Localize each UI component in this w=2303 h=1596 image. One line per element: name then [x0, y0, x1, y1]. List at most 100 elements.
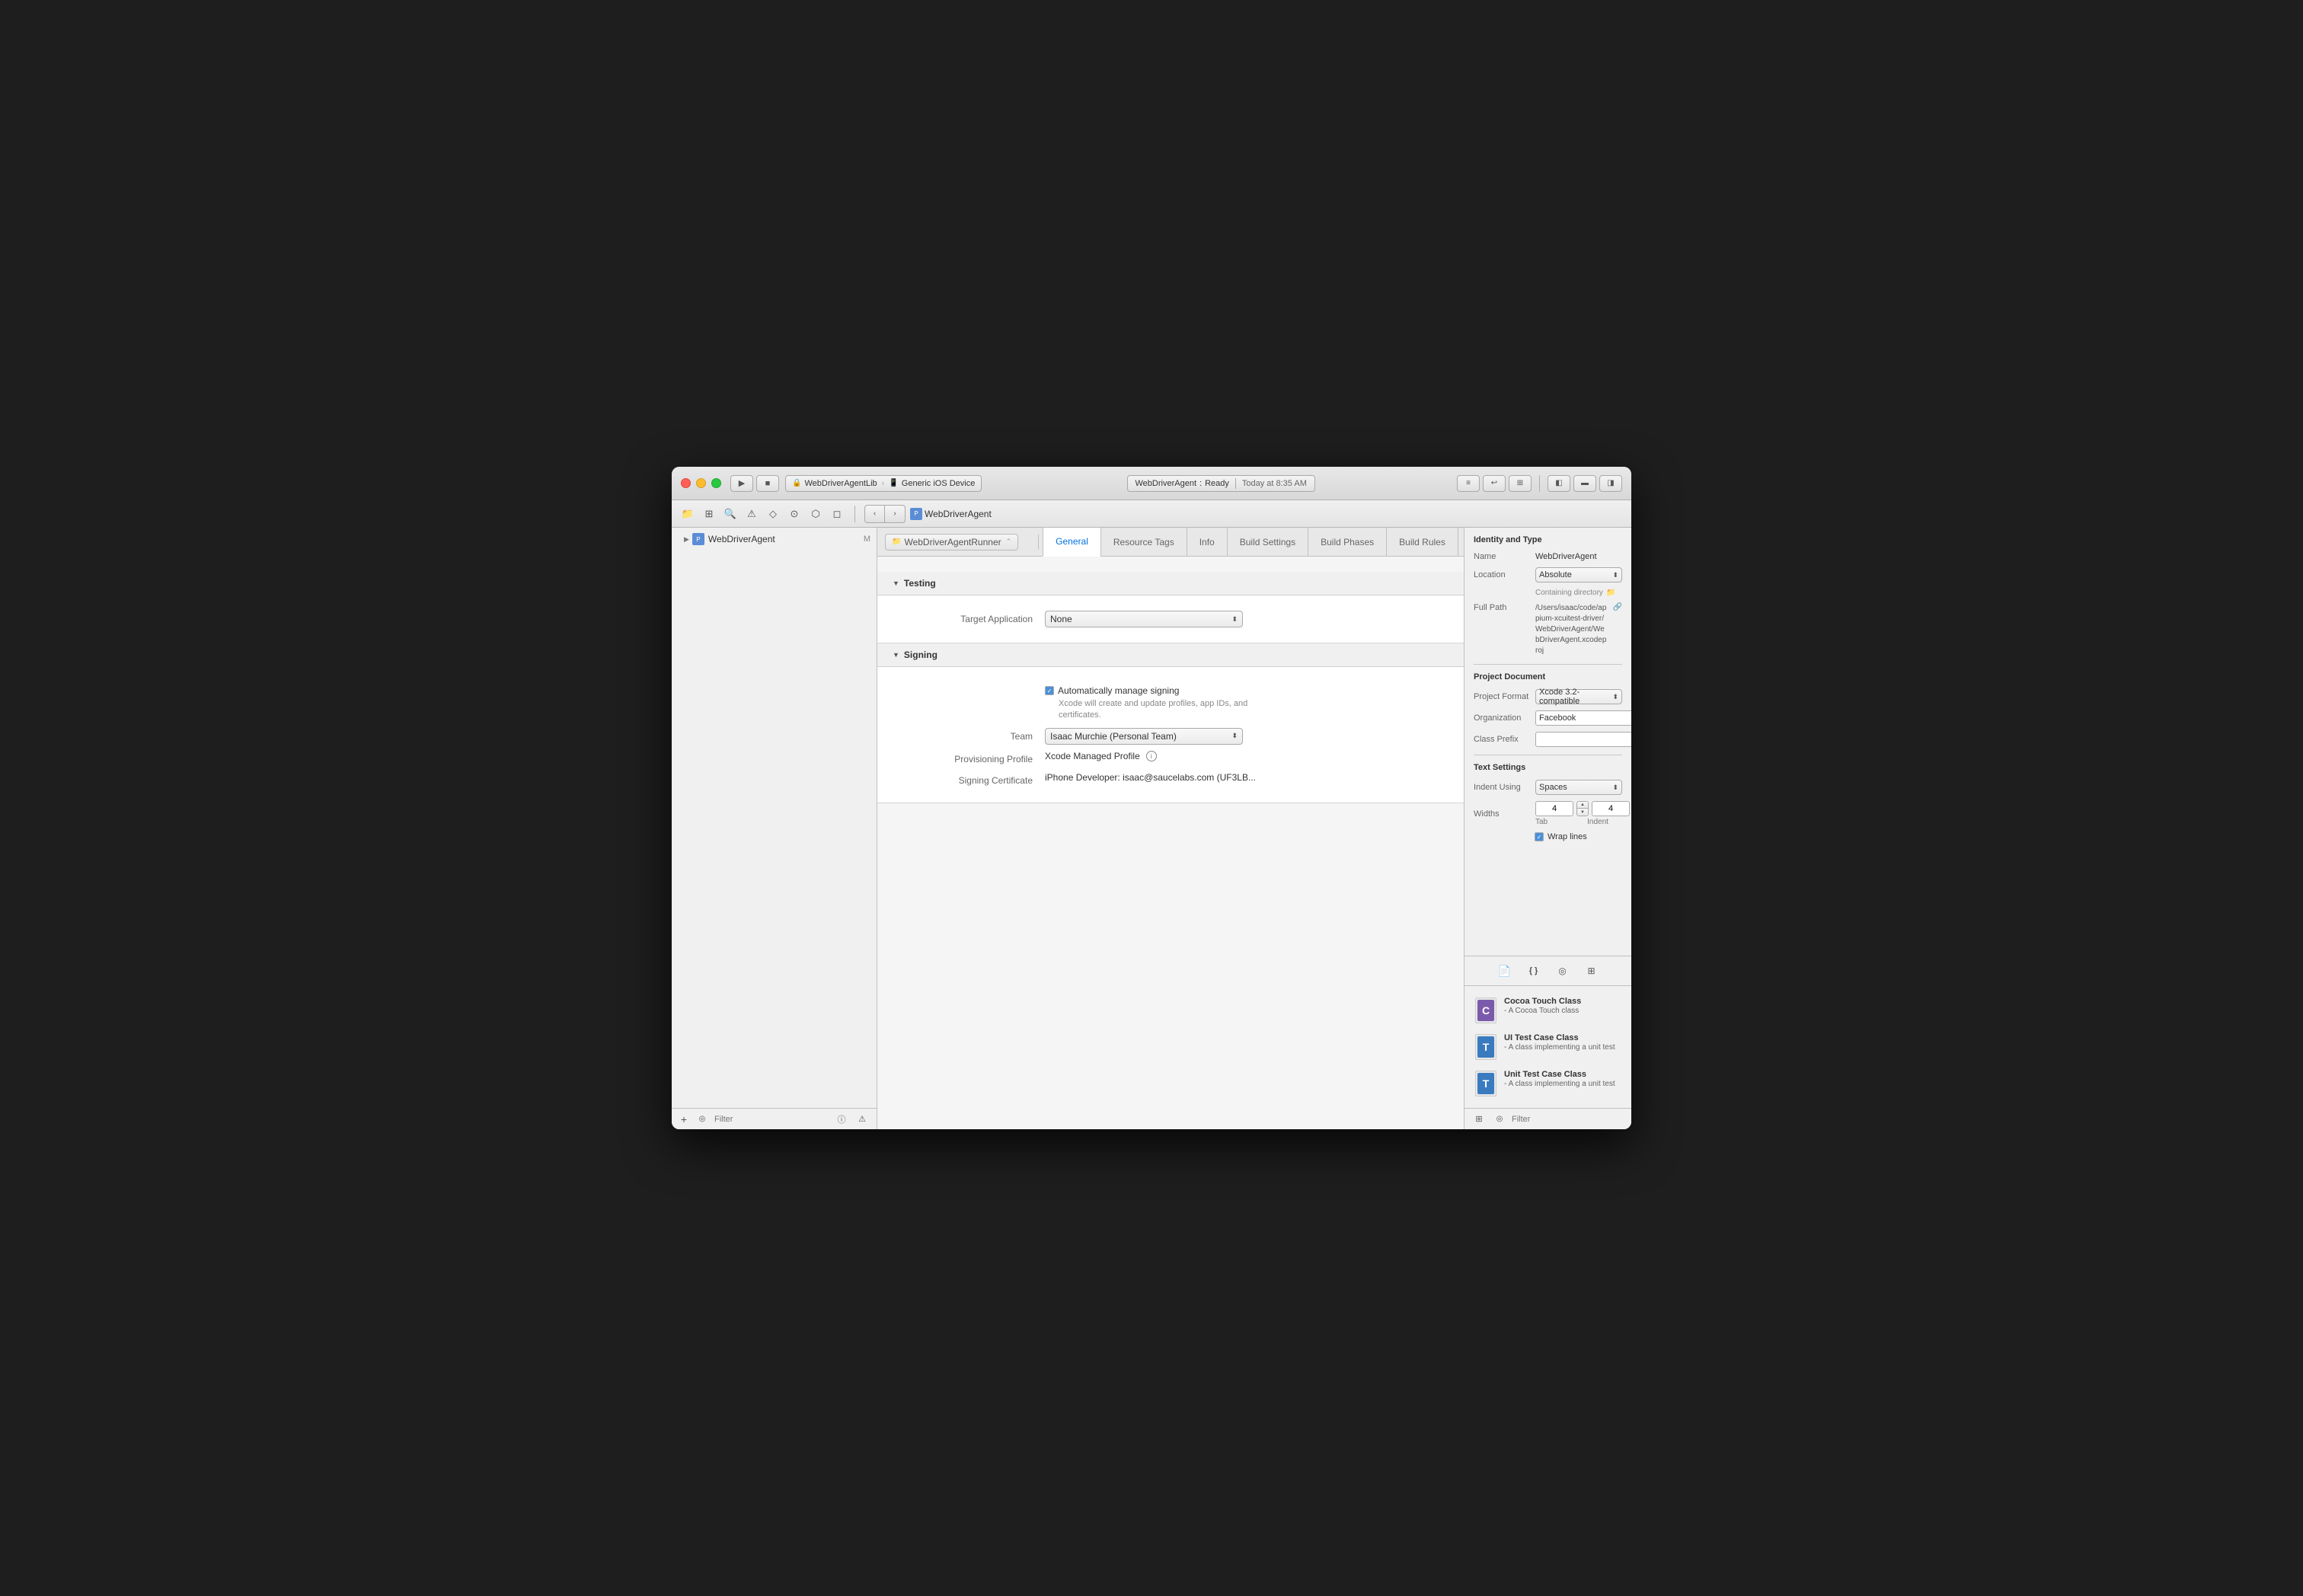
hierarchy-icon[interactable]: ⊞: [701, 506, 717, 522]
signing-cert-label: Signing Certificate: [893, 772, 1045, 786]
signing-section-header[interactable]: ▼ Signing: [877, 643, 1464, 667]
tab-info[interactable]: Info: [1187, 528, 1228, 557]
team-dropdown[interactable]: Isaac Murchie (Personal Team) ⬍: [1045, 728, 1243, 745]
history-icon[interactable]: ⊙: [786, 506, 803, 522]
uitest-template-desc: - A class implementing a unit test: [1504, 1042, 1622, 1052]
format-dropdown[interactable]: Xcode 3.2-compatible ⬍: [1535, 689, 1622, 704]
runner-selector[interactable]: 📁 WebDriverAgentRunner ⌃: [885, 534, 1018, 551]
auto-manage-subtext: Xcode will create and update profiles, a…: [1059, 698, 1449, 722]
org-input[interactable]: [1535, 710, 1631, 726]
code-tab[interactable]: { }: [1525, 962, 1542, 979]
location-dropdown-wrapper: Absolute ⬍: [1535, 567, 1622, 583]
indent-using-dropdown[interactable]: Spaces ⬍: [1535, 780, 1622, 795]
auto-manage-checkbox-area: ✓ Automatically manage signing Xcode wil…: [1045, 685, 1449, 722]
class-prefix-input[interactable]: [1535, 732, 1631, 747]
content-area: ▼ Testing Target Application None ⬍: [877, 557, 1464, 1129]
uitest-template-text: UI Test Case Class - A class implementin…: [1504, 1033, 1622, 1052]
testing-section-header[interactable]: ▼ Testing: [877, 572, 1464, 595]
editor-standard-button[interactable]: ≡: [1457, 475, 1480, 492]
colon-sep: :: [1199, 479, 1202, 488]
breadcrumb-project: P WebDriverAgent: [910, 508, 992, 520]
stop-button[interactable]: ■: [756, 475, 779, 492]
bookmark-icon[interactable]: ◇: [765, 506, 781, 522]
indent-label: Indent: [1587, 818, 1608, 826]
target-application-dropdown[interactable]: None ⬍: [1045, 611, 1243, 627]
team-label: Team: [893, 728, 1045, 742]
class-prefix-row: Class Prefix: [1474, 732, 1622, 747]
center-panel: 📁 WebDriverAgentRunner ⌃ General Resourc…: [877, 528, 1464, 1129]
auto-manage-checkbox[interactable]: ✓: [1045, 686, 1054, 695]
unittest-template-icon: T: [1474, 1070, 1498, 1097]
report-icon[interactable]: ◻: [829, 506, 845, 522]
traffic-lights: [681, 478, 721, 488]
class-prefix-label: Class Prefix: [1474, 735, 1531, 744]
cocoa-icon-inner: C: [1477, 1000, 1494, 1021]
folder-icon[interactable]: 📁: [679, 506, 696, 522]
debug-button[interactable]: ▬: [1573, 475, 1596, 492]
grid-view-icon[interactable]: ⊞: [1471, 1111, 1487, 1128]
close-button[interactable]: [681, 478, 691, 488]
template-item-unittest[interactable]: T Unit Test Case Class - A class impleme…: [1465, 1065, 1631, 1102]
indent-using-row: Indent Using Spaces ⬍: [1474, 780, 1622, 795]
auto-manage-checkbox-label[interactable]: ✓ Automatically manage signing: [1045, 685, 1449, 696]
signing-cert-value: iPhone Developer: isaac@saucelabs.com (U…: [1045, 772, 1449, 783]
template-item-cocoa[interactable]: C Cocoa Touch Class - A Cocoa Touch clas…: [1465, 992, 1631, 1029]
assistant-editor-button[interactable]: ↩: [1483, 475, 1506, 492]
search-icon[interactable]: 🔍: [722, 506, 739, 522]
target-application-value: None ⬍: [1045, 611, 1449, 627]
scheme-selector[interactable]: 🔒 WebDriverAgentLib › 📱 Generic iOS Devi…: [785, 475, 982, 492]
target-tab[interactable]: ◎: [1554, 962, 1571, 979]
back-button[interactable]: ‹: [865, 506, 885, 522]
breakpoint-icon[interactable]: ⬡: [807, 506, 824, 522]
indent-width-input[interactable]: [1592, 801, 1630, 816]
version-editor-button[interactable]: ⊞: [1509, 475, 1532, 492]
sidebar-content: ▶ P WebDriverAgent M: [672, 528, 877, 1108]
maximize-button[interactable]: [711, 478, 721, 488]
right-panel-top: Identity and Type Name WebDriverAgent Lo…: [1465, 528, 1631, 956]
navigator-button[interactable]: ◧: [1548, 475, 1570, 492]
add-file-button[interactable]: +: [678, 1113, 690, 1125]
format-label: Project Format: [1474, 692, 1531, 701]
tab-build-phases[interactable]: Build Phases: [1308, 528, 1387, 557]
sidebar-item-project[interactable]: ▶ P WebDriverAgent M: [672, 531, 877, 547]
cocoa-icon-wrapper: C: [1475, 998, 1496, 1023]
tab-general[interactable]: General: [1043, 528, 1101, 557]
tab-width-stepper[interactable]: ▲ ▼: [1576, 801, 1589, 816]
sidebar-info-icon[interactable]: ⓘ: [833, 1111, 850, 1128]
main-window: ▶ ■ 🔒 WebDriverAgentLib › 📱 Generic iOS …: [672, 467, 1631, 1129]
right-filter-icon[interactable]: ◎: [1491, 1111, 1508, 1128]
template-item-uitest[interactable]: T UI Test Case Class - A class implement…: [1465, 1029, 1631, 1065]
location-dropdown[interactable]: Absolute ⬍: [1535, 567, 1622, 583]
tab-width-increment[interactable]: ▲: [1577, 802, 1588, 809]
uitest-template-icon: T: [1474, 1033, 1498, 1061]
signing-section-title: Signing: [904, 650, 937, 660]
tab-resource-tags[interactable]: Resource Tags: [1100, 528, 1187, 557]
forward-button[interactable]: ›: [885, 506, 905, 522]
dropdown-arrow-icon: ⬍: [1231, 615, 1238, 624]
utilities-button[interactable]: ◨: [1599, 475, 1622, 492]
tab-build-settings[interactable]: Build Settings: [1227, 528, 1308, 557]
team-value: Isaac Murchie (Personal Team) ⬍: [1045, 728, 1449, 745]
status-text: Ready: [1205, 479, 1229, 488]
sidebar-warning-icon[interactable]: ⚠: [854, 1111, 870, 1128]
grid-tab[interactable]: ⊞: [1583, 962, 1600, 979]
scheme-label: WebDriverAgentLib: [804, 479, 877, 488]
right-filter-input[interactable]: [1512, 1115, 1625, 1124]
provisioning-row: Provisioning Profile Xcode Managed Profi…: [877, 748, 1464, 769]
tab-width-decrement[interactable]: ▼: [1577, 809, 1588, 816]
minimize-button[interactable]: [696, 478, 706, 488]
sidebar-filter-input[interactable]: [714, 1115, 829, 1124]
indent-using-wrapper: Spaces ⬍: [1535, 780, 1622, 795]
run-button[interactable]: ▶: [730, 475, 753, 492]
tab-build-rules[interactable]: Build Rules: [1386, 528, 1458, 557]
signing-section: ▼ Signing ✓ Automatically manage signing: [877, 643, 1464, 803]
device-label: Generic iOS Device: [902, 479, 976, 488]
uitest-icon-inner: T: [1477, 1036, 1494, 1058]
tab-width-input[interactable]: [1535, 801, 1573, 816]
wrap-lines-checkbox[interactable]: ✓: [1535, 832, 1544, 841]
provisioning-info-icon[interactable]: i: [1146, 751, 1157, 761]
source-file-tab[interactable]: 📄: [1496, 962, 1513, 979]
second-toolbar: 📁 ⊞ 🔍 ⚠ ◇ ⊙ ⬡ ◻ ‹ › P WebDriverAgent: [672, 500, 1631, 528]
warning-icon[interactable]: ⚠: [743, 506, 760, 522]
sidebar-filter-icon[interactable]: ◎: [694, 1111, 711, 1128]
